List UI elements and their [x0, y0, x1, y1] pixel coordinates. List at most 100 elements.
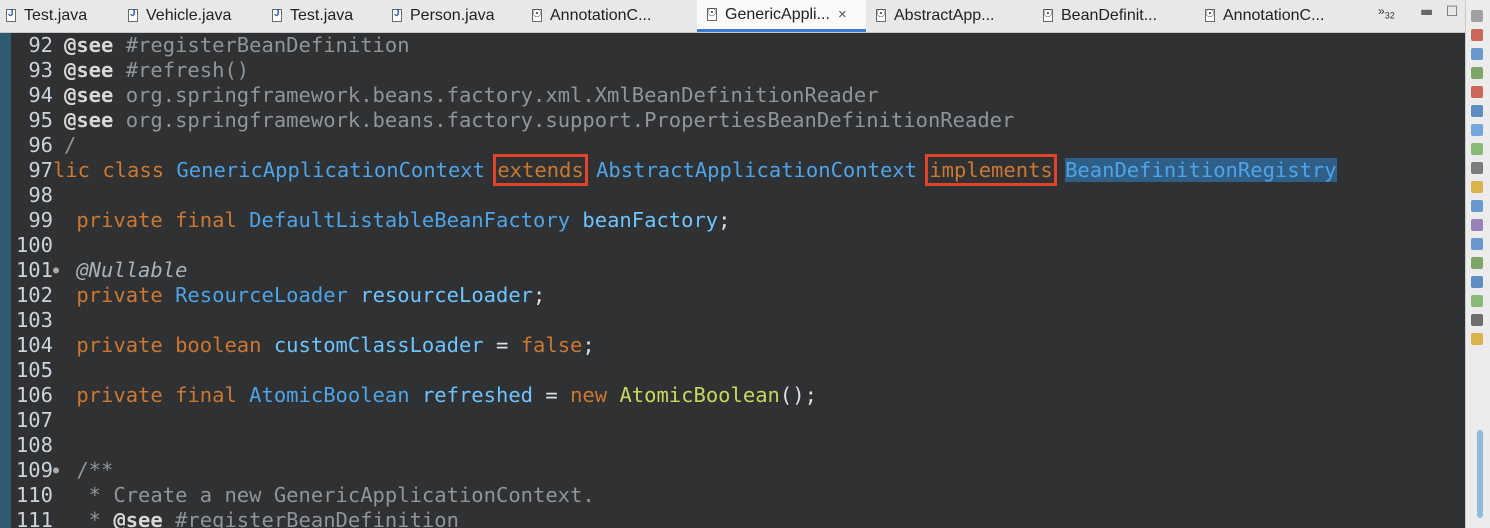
code-line[interactable]: 101 ● @Nullable — [11, 258, 1465, 283]
tab-label: Person.java — [410, 7, 495, 24]
bookmark-icon[interactable] — [1471, 29, 1483, 41]
code-text: @see org.springframework.beans.factory.s… — [64, 108, 1014, 133]
code-token: #refresh() — [113, 58, 250, 82]
editor-tab[interactable]: AnnotationC... — [1195, 0, 1365, 32]
code-line[interactable]: 108 — [11, 433, 1465, 458]
code-token: DefaultListableBeanFactory — [249, 208, 571, 232]
code-line[interactable]: 107 — [11, 408, 1465, 433]
editor-tab[interactable]: BeanDefinit... — [1033, 0, 1195, 32]
fold-toggle-icon[interactable]: ● — [53, 458, 59, 483]
outline-icon[interactable] — [1471, 124, 1483, 136]
hierarchy-icon[interactable] — [1471, 67, 1483, 79]
code-text: private final DefaultListableBeanFactory… — [64, 208, 731, 233]
call-hierarchy-icon[interactable] — [1471, 276, 1483, 288]
tasks-icon[interactable] — [1471, 48, 1483, 60]
line-number: 98 — [28, 183, 53, 207]
code-line[interactable]: 111 * @see #registerBeanDefinition — [11, 508, 1465, 528]
code-line[interactable]: 93 @see #refresh() — [11, 58, 1465, 83]
editor-tab[interactable]: GenericAppli... × — [697, 0, 866, 32]
junit-icon[interactable] — [1471, 86, 1483, 98]
code-line[interactable]: 100 — [11, 233, 1465, 258]
code-line[interactable]: 98 — [11, 183, 1465, 208]
vertical-scrollbar[interactable] — [1477, 430, 1483, 518]
properties-icon[interactable] — [1471, 333, 1483, 345]
code-text: private boolean customClassLoader = fals… — [64, 333, 594, 358]
code-token: private final — [64, 208, 250, 232]
line-number: 103 — [15, 308, 53, 332]
minimize-icon[interactable]: ▬ — [1420, 4, 1433, 20]
code-token: @see — [64, 83, 114, 107]
javadoc-icon[interactable] — [1471, 181, 1483, 193]
problems-icon[interactable] — [1471, 143, 1483, 155]
tab-label: Test.java — [290, 7, 354, 24]
code-line[interactable]: 95 @see org.springframework.beans.factory… — [11, 108, 1465, 133]
code-token: ; — [718, 208, 731, 232]
code-line[interactable]: 99 private final DefaultListableBeanFact… — [11, 208, 1465, 233]
line-number: 107 — [15, 408, 53, 432]
editor-tab[interactable]: AnnotationC... — [522, 0, 697, 32]
line-number: 109 — [15, 458, 53, 482]
code-token: GenericApplicationContext — [176, 158, 485, 182]
code-token: AtomicBoolean — [619, 383, 780, 407]
code-line[interactable]: 94 @see org.springframework.beans.factory… — [11, 83, 1465, 108]
line-number: 108 — [15, 433, 53, 457]
line-number: 94 — [28, 83, 53, 107]
editor-tab[interactable]: Vehicle.java — [118, 0, 262, 32]
progress-icon[interactable] — [1471, 238, 1483, 250]
maximize-icon[interactable]: ☐ — [1446, 4, 1459, 20]
tab-label: AbstractApp... — [894, 7, 995, 24]
editor-tab[interactable]: Test.java — [0, 0, 118, 32]
code-token: AbstractApplicationContext — [596, 158, 917, 182]
code-line[interactable]: 105 — [11, 358, 1465, 383]
line-number: 99 — [28, 208, 53, 232]
editor-tab[interactable]: AbstractApp... — [866, 0, 1033, 32]
type-hierarchy-icon[interactable] — [1471, 257, 1483, 269]
class-file-icon — [1203, 7, 1217, 23]
code-token: / — [64, 133, 77, 157]
code-token: private — [64, 283, 176, 307]
code-line[interactable]: 106 private final AtomicBoolean refreshe… — [11, 383, 1465, 408]
code-editor[interactable]: 92 @see #registerBeanDefinition 93 @see #re… — [0, 33, 1465, 528]
code-line[interactable]: 104 private boolean customClassLoader = … — [11, 333, 1465, 358]
restore-icon[interactable] — [1471, 10, 1483, 22]
code-line[interactable]: 102 private ResourceLoader resourceLoade… — [11, 283, 1465, 308]
java-file-icon — [4, 8, 18, 23]
code-line[interactable]: 109 ● /** — [11, 458, 1465, 483]
console-icon[interactable] — [1471, 105, 1483, 117]
code-line[interactable]: 110 * Create a new GenericApplicationCon… — [11, 483, 1465, 508]
history-icon[interactable] — [1471, 295, 1483, 307]
breakpoints-icon[interactable] — [1471, 314, 1483, 326]
git-icon[interactable] — [1471, 219, 1483, 231]
declaration-icon[interactable] — [1471, 200, 1483, 212]
code-text: * @see #registerBeanDefinition — [64, 508, 459, 528]
class-file-icon — [1041, 7, 1055, 23]
code-text: @see org.springframework.beans.factory.x… — [64, 83, 879, 108]
close-icon[interactable]: × — [838, 6, 847, 23]
code-token: refreshed — [421, 383, 534, 407]
line-number: 93 — [28, 58, 53, 82]
search-icon[interactable] — [1471, 162, 1483, 174]
tab-label: GenericAppli... — [725, 5, 830, 23]
code-token: = — [483, 333, 521, 357]
line-number: 111 — [15, 508, 53, 528]
code-text: @Nullable — [64, 258, 187, 283]
code-text: lic class GenericApplicationContext exte… — [53, 154, 1337, 186]
line-number: 110 — [15, 483, 53, 507]
selected-type: BeanDefinitionRegistry — [1065, 158, 1337, 182]
editor-tab[interactable]: Test.java — [262, 0, 382, 32]
code-line[interactable]: 103 — [11, 308, 1465, 333]
code-token: false — [520, 333, 583, 357]
fold-toggle-icon[interactable]: ● — [53, 258, 59, 283]
tab-overflow-button[interactable]: »32 — [1378, 4, 1395, 20]
editor-tab[interactable]: Person.java — [382, 0, 522, 32]
line-number: 100 — [15, 233, 53, 257]
code-line[interactable]: 92 @see #registerBeanDefinition — [11, 33, 1465, 58]
code-text: * Create a new GenericApplicationContext… — [64, 483, 595, 508]
tab-label: AnnotationC... — [1223, 7, 1325, 24]
code-area[interactable]: 92 @see #registerBeanDefinition 93 @see #re… — [11, 33, 1465, 528]
code-line[interactable]: 97 lic class GenericApplicationContext ex… — [11, 154, 1465, 186]
code-line[interactable]: 96 / — [11, 133, 1465, 158]
